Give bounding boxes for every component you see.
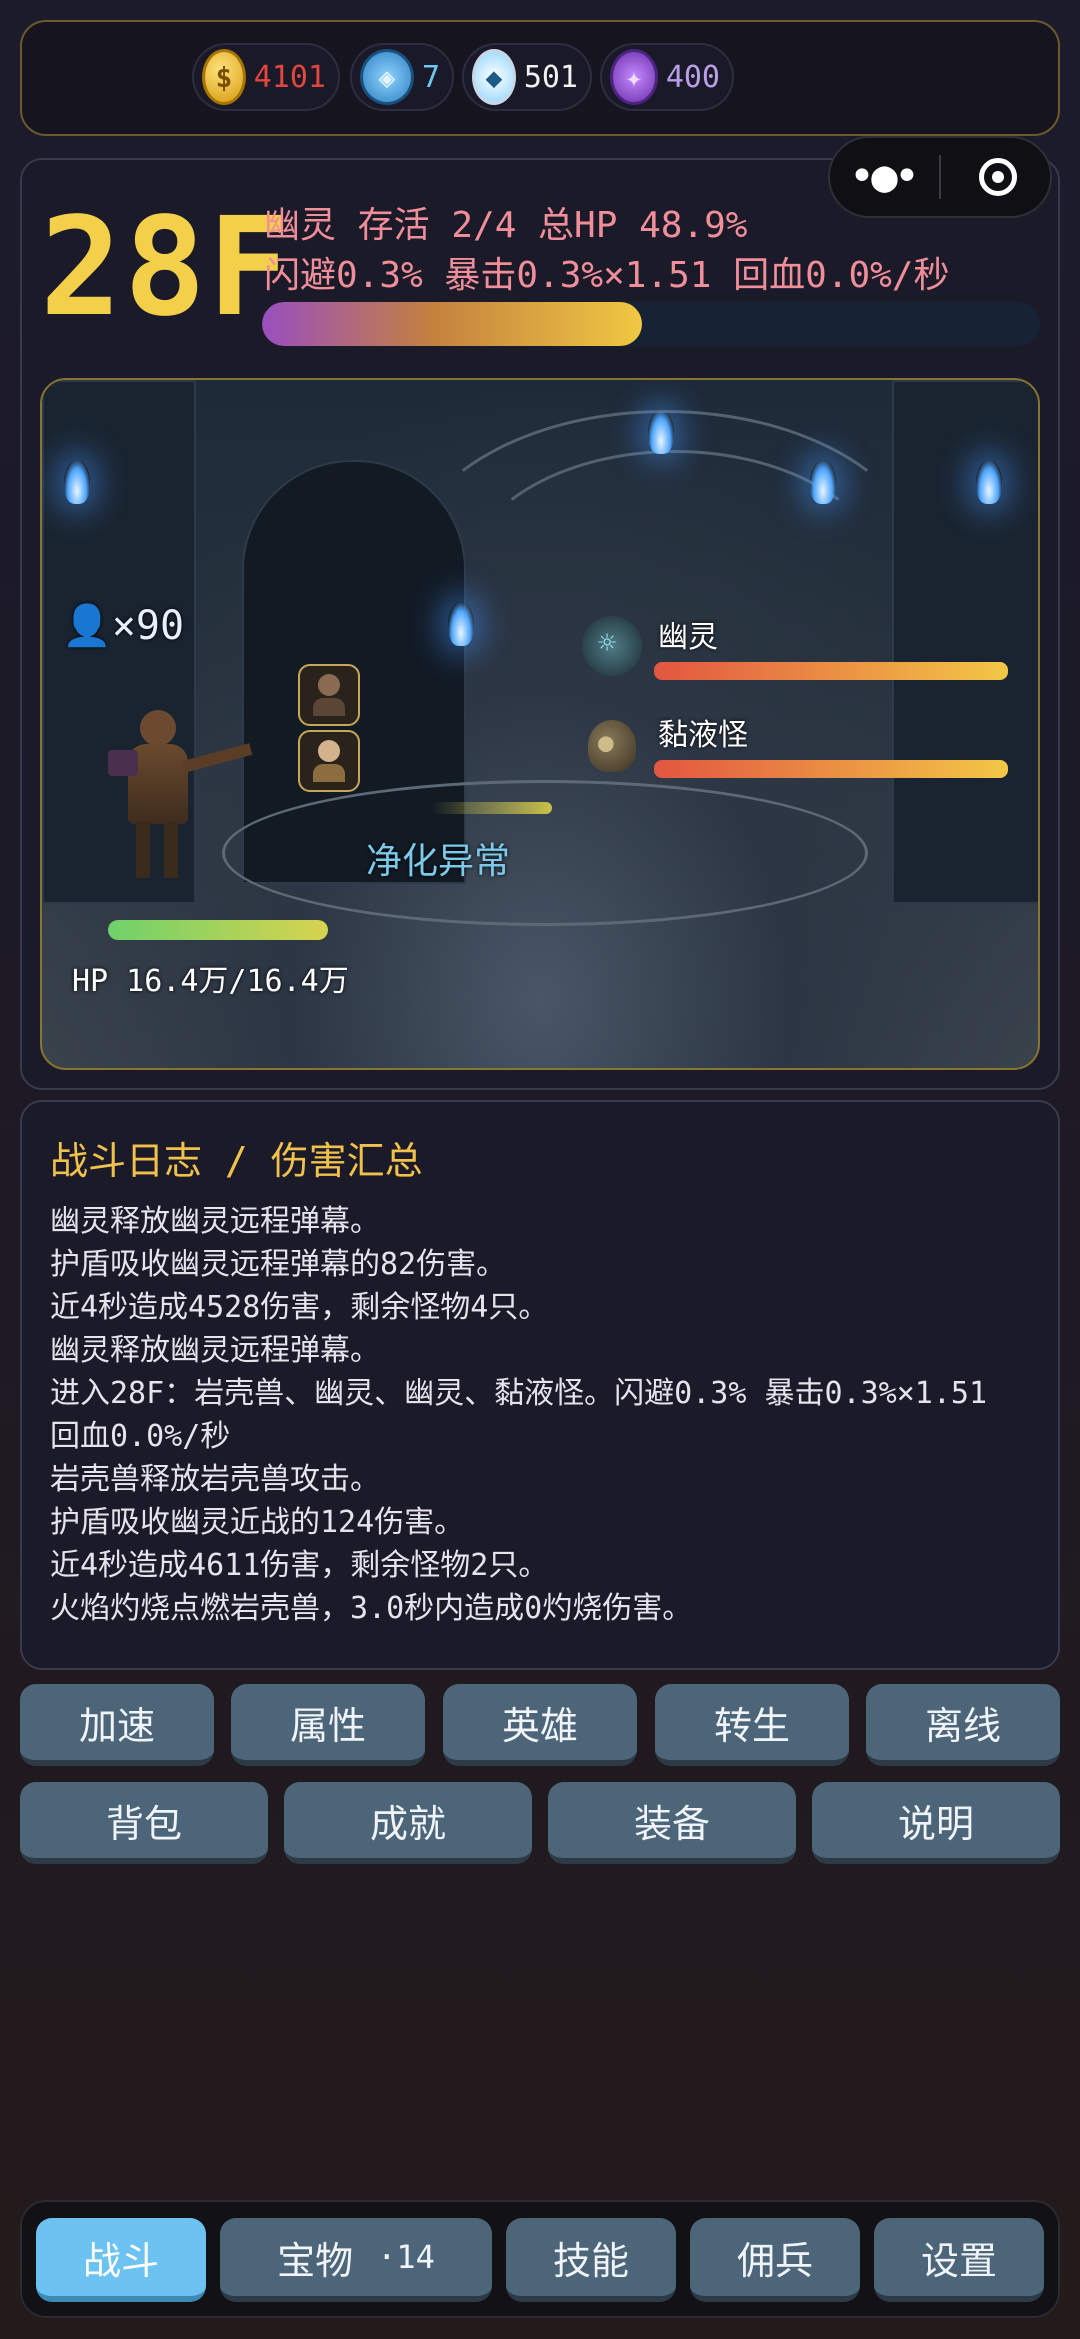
target-close-icon: [978, 158, 1017, 196]
help-button[interactable]: 说明: [812, 1782, 1060, 1864]
slime-portrait[interactable]: ●: [588, 720, 636, 772]
log-line: 幽灵释放幽灵远程弹幕。: [50, 1204, 380, 1239]
treasure-count-badge: ·14: [377, 2238, 435, 2276]
hero-hp-fill: [108, 920, 328, 940]
log-line: 进入28F：岩壳兽、幽灵、幽灵、黏液怪。闪避0.3% 暴击0.3%×1.51: [50, 1376, 988, 1411]
ally-portrait[interactable]: [298, 730, 360, 792]
total-hp-bar: [262, 302, 1040, 346]
diamond-icon: ◆: [472, 49, 516, 105]
total-hp-fill: [262, 302, 643, 346]
log-line: 近4秒造成4611伤害，剩余怪物2只。: [50, 1548, 549, 1583]
person-icon: 👤: [62, 603, 112, 649]
close-mini-program-button[interactable]: [945, 138, 1050, 216]
achievements-button[interactable]: 成就: [284, 1782, 532, 1864]
log-line: 火焰灼烧点燃岩壳兽，3.0秒内造成0灼烧伤害。: [50, 1591, 693, 1626]
nav-mercenary-tab[interactable]: 佣兵: [690, 2218, 860, 2302]
log-line: 幽灵释放幽灵远程弹幕。: [50, 1333, 380, 1368]
nav-treasure-tab[interactable]: 宝物 ·14: [220, 2218, 492, 2302]
gold-coin-icon: $: [202, 49, 246, 105]
speed-up-button[interactable]: 加速: [20, 1684, 214, 1766]
log-line: 回血0.0%/秒: [50, 1419, 231, 1454]
torch-icon: [648, 410, 674, 454]
nav-settings-tab[interactable]: 设置: [874, 2218, 1044, 2302]
hero-character: [102, 710, 253, 880]
hero-hp-bar: [108, 920, 328, 940]
log-line: 护盾吸收幽灵近战的124伤害。: [50, 1505, 465, 1540]
more-dots-icon: •●•: [848, 151, 921, 202]
torch-icon: [810, 460, 836, 504]
nav-battle-tab[interactable]: 战斗: [36, 2218, 206, 2302]
rebirth-button[interactable]: 转生: [655, 1684, 849, 1766]
ghost-icon: ☼: [598, 626, 617, 661]
attributes-button[interactable]: 属性: [231, 1684, 425, 1766]
enemy-name: 幽灵: [658, 620, 718, 655]
crystal-value: 400: [665, 59, 720, 95]
diamond-currency[interactable]: ◆ 501: [462, 43, 592, 111]
heroes-button[interactable]: 英雄: [443, 1684, 637, 1766]
torch-icon: [448, 602, 474, 646]
slime-icon: ●: [598, 728, 614, 758]
torch-icon: [976, 460, 1002, 504]
enemy-hp-bar: [654, 662, 1008, 680]
crystal-currency[interactable]: ✦ 400: [600, 43, 734, 111]
right-wall: [892, 380, 1038, 904]
skill-cast-bar: [432, 802, 552, 814]
capsule-divider: [939, 155, 941, 199]
log-line: 护盾吸收幽灵远程弹幕的82伤害。: [50, 1247, 507, 1282]
ghost-portrait[interactable]: ☼: [582, 616, 642, 676]
blue-gem-value: 7: [421, 59, 440, 95]
blue-gem-icon: ◈: [360, 49, 414, 105]
enemy-hp-fill: [654, 760, 1008, 778]
enemy-hp-fill: [654, 662, 1008, 680]
equipment-button[interactable]: 装备: [548, 1782, 796, 1864]
log-title[interactable]: 战斗日志 / 伤害汇总: [50, 1130, 423, 1185]
backpack-button[interactable]: 背包: [20, 1782, 268, 1864]
gold-value: 4101: [253, 59, 326, 95]
hero-hp-text: HP 16.4万/16.4万: [72, 964, 349, 999]
offline-button[interactable]: 离线: [866, 1684, 1060, 1766]
enemy-name: 黏液怪: [658, 718, 748, 753]
purple-crystal-icon: ✦: [610, 49, 658, 105]
battle-scene: 👤×90 净化异常 HP 16.4万/16.4万 ☼ 幽灵 ● 黏液怪: [40, 378, 1040, 1070]
skill-text: 净化异常: [366, 841, 511, 882]
enemy-summary: 幽灵 存活 2/4 总HP 48.9%: [264, 205, 748, 246]
enemy-stats: 闪避0.3% 暴击0.3%×1.51 回血0.0%/秒: [264, 255, 950, 296]
diamond-value: 501: [523, 59, 578, 95]
blue-gem-currency[interactable]: ◈ 7: [350, 43, 454, 111]
gold-currency[interactable]: $ 4101: [192, 43, 340, 111]
ally-portrait[interactable]: [298, 664, 360, 726]
log-line: 岩壳兽释放岩壳兽攻击。: [50, 1462, 380, 1497]
enemy-hp-bar: [654, 760, 1008, 778]
more-menu-button[interactable]: •●•: [830, 138, 935, 216]
treasure-label: 宝物: [277, 2238, 354, 2283]
log-lines: 幽灵释放幽灵远程弹幕。 护盾吸收幽灵远程弹幕的82伤害。 近4秒造成4528伤害…: [50, 1200, 1050, 1630]
log-line: 近4秒造成4528伤害，剩余怪物4只。: [50, 1290, 549, 1325]
ally-count-value: ×90: [111, 603, 185, 649]
floor-number: 28F: [40, 189, 292, 347]
mini-program-capsule: •●•: [828, 136, 1052, 218]
ally-count: 👤×90: [62, 602, 184, 649]
nav-skills-tab[interactable]: 技能: [506, 2218, 676, 2302]
torch-icon: [64, 460, 90, 504]
